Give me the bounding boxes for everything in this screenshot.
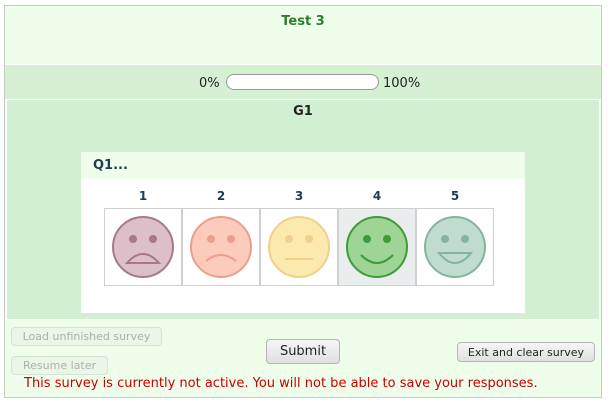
- sad-face-icon: [190, 216, 252, 278]
- exit-and-clear-survey-button[interactable]: Exit and clear survey: [457, 342, 595, 362]
- inactive-survey-warning: This survey is currently not active. You…: [24, 376, 538, 391]
- very-happy-face-icon: [424, 216, 486, 278]
- rating-option-3[interactable]: [260, 208, 338, 286]
- survey-title: Test 3: [281, 14, 325, 29]
- very-sad-face-icon: [112, 216, 174, 278]
- rating-option-5[interactable]: [416, 208, 494, 286]
- progress-section: 0% 100%: [5, 64, 601, 100]
- survey-frame: Test 3 0% 100% G1 Q1... 1 2 3 4 5 Load u…: [4, 5, 602, 398]
- progress-bar: [226, 74, 379, 90]
- option-label-1: 1: [138, 189, 148, 203]
- load-unfinished-survey-button[interactable]: Load unfinished survey: [11, 327, 162, 346]
- happy-face-icon: [346, 216, 408, 278]
- group-title: G1: [293, 104, 313, 119]
- rating-option-1[interactable]: [104, 208, 182, 286]
- question-box: Q1... 1 2 3 4 5: [81, 152, 525, 313]
- progress-end-label: 100%: [383, 76, 421, 91]
- question-header: Q1...: [81, 152, 525, 179]
- neutral-face-icon: [268, 216, 330, 278]
- progress-start-label: 0%: [199, 76, 220, 91]
- option-label-5: 5: [450, 189, 460, 203]
- option-label-3: 3: [294, 189, 304, 203]
- option-label-4: 4: [372, 189, 382, 203]
- question-title: Q1...: [93, 158, 128, 173]
- rating-option-2[interactable]: [182, 208, 260, 286]
- option-label-2: 2: [216, 189, 226, 203]
- submit-button[interactable]: Submit: [266, 339, 340, 364]
- resume-later-button[interactable]: Resume later: [11, 356, 108, 375]
- question-group: G1 Q1... 1 2 3 4 5: [6, 99, 600, 320]
- rating-option-4[interactable]: [338, 208, 416, 286]
